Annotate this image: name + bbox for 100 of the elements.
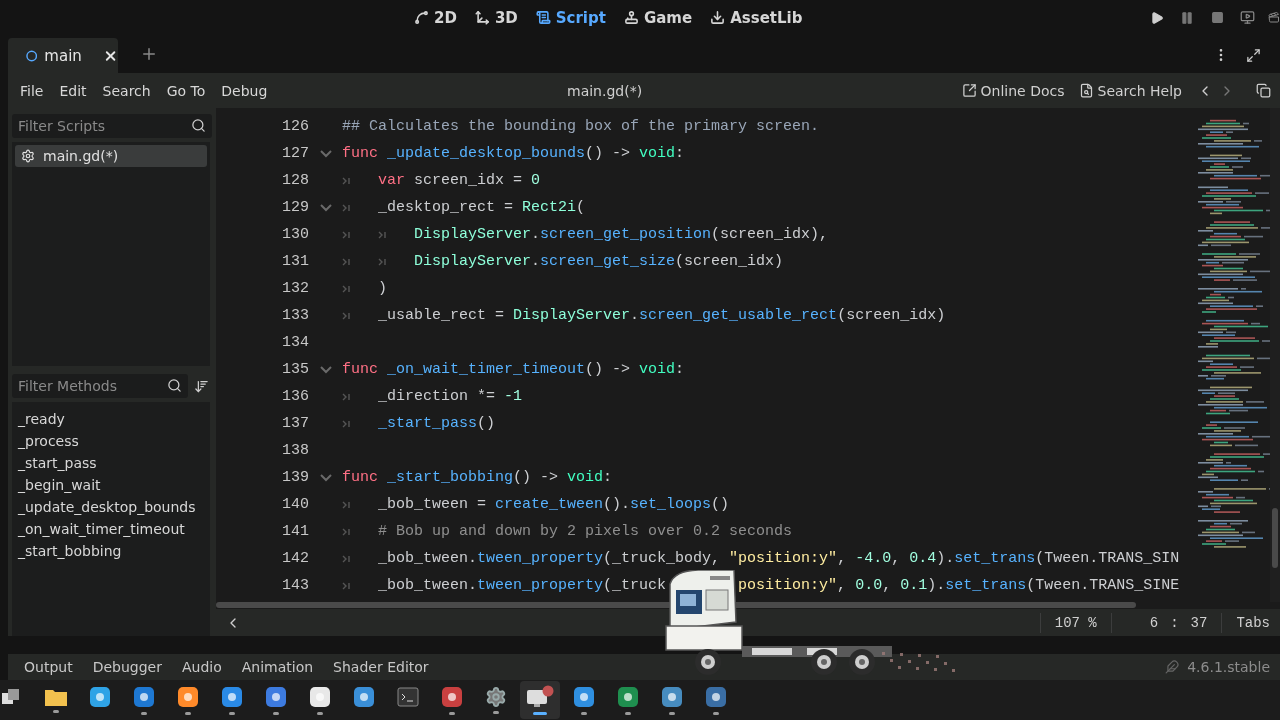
- method-item[interactable]: _ready: [18, 408, 204, 430]
- code-line: func _update_desktop_bounds() -> void:: [342, 145, 685, 162]
- help-link[interactable]: Search Help: [1078, 82, 1182, 99]
- app-icon: [264, 685, 288, 709]
- method-item[interactable]: _process: [18, 430, 204, 452]
- app-icon: [176, 685, 200, 709]
- code-line: var screen_idx = 0: [342, 172, 541, 189]
- line-number: 141: [281, 523, 309, 540]
- bottom-panel-tab[interactable]: Debugger: [92, 659, 162, 675]
- line-number: 136: [281, 388, 309, 405]
- vertical-scrollbar[interactable]: [1270, 108, 1280, 602]
- fold-chevron-icon[interactable]: [319, 365, 332, 374]
- app-icon: [572, 685, 596, 709]
- tab-marker-icon: [342, 580, 352, 591]
- monitor-play-icon: [1239, 10, 1255, 25]
- line-number: 130: [281, 226, 309, 243]
- app-icon: [352, 685, 376, 709]
- app-icon: [616, 685, 640, 709]
- scene-tab[interactable]: main: [8, 38, 118, 73]
- script-item[interactable]: main.gd(*): [15, 145, 207, 167]
- taskbar-app[interactable]: [520, 681, 560, 719]
- workspace-tab[interactable]: 3D: [474, 8, 518, 27]
- menu-item[interactable]: Go To: [166, 82, 206, 99]
- add-tab-button[interactable]: [140, 45, 158, 63]
- tab-marker-icon: [342, 283, 352, 294]
- app-icon: [220, 685, 244, 709]
- menu-item[interactable]: Search: [102, 82, 151, 99]
- minimap-drawing[interactable]: [1198, 119, 1270, 548]
- external-link-icon: [961, 83, 977, 98]
- expand-icon: [1245, 47, 1261, 63]
- method-item[interactable]: _start_bobbing: [18, 540, 204, 562]
- app-icon: [308, 685, 332, 709]
- menu-item[interactable]: File: [20, 82, 44, 99]
- fold-chevron-icon[interactable]: [319, 149, 332, 158]
- search-icon: [167, 378, 182, 393]
- app-icon: [88, 685, 112, 709]
- fullscreen-button[interactable]: [1244, 46, 1262, 64]
- tab-marker-icon: [342, 391, 352, 402]
- line-number: 142: [281, 550, 309, 567]
- code-line: ): [342, 280, 387, 297]
- workspace-tab[interactable]: Game: [623, 8, 693, 27]
- bottom-panel-tab[interactable]: Output: [24, 659, 73, 675]
- code-line: func _start_bobbing() -> void:: [342, 469, 613, 486]
- code-line: _direction *= -1: [342, 388, 523, 405]
- filter-methods-field[interactable]: Filter Methods: [12, 374, 188, 398]
- pause-icon: [1180, 10, 1194, 25]
- workspace-tab[interactable]: Script: [535, 8, 606, 27]
- horizontal-scrollbar[interactable]: [216, 602, 1280, 610]
- feather-icon: [1165, 660, 1180, 674]
- gear-icon: [21, 149, 35, 163]
- bottom-panel-tab[interactable]: Shader Editor: [333, 659, 429, 675]
- code-line: DisplayServer.screen_get_position(screen_idx),: [342, 226, 829, 243]
- method-item[interactable]: _begin_wait: [18, 474, 204, 496]
- code-line: # Bob up and down by 2 pixels over 0.2 seconds: [342, 523, 793, 540]
- toggle-panel-button[interactable]: [1254, 81, 1272, 100]
- line-number: 132: [281, 280, 309, 297]
- bottom-panel-tab[interactable]: Audio: [181, 659, 222, 675]
- tab-marker-icon: [342, 418, 352, 429]
- scroll-icon: [535, 10, 551, 25]
- tab-marker-icon: [342, 175, 352, 186]
- method-item[interactable]: _update_desktop_bounds: [18, 496, 204, 518]
- app-icon: [132, 685, 156, 709]
- clapperboard-icon: [1268, 10, 1280, 25]
- indent-mode[interactable]: Tabs: [1236, 614, 1270, 631]
- cursor-separator: :: [1170, 614, 1179, 631]
- download-icon: [710, 10, 726, 25]
- method-item[interactable]: _on_wait_timer_timeout: [18, 518, 204, 540]
- fold-chevron-icon[interactable]: [319, 203, 332, 212]
- code-line: ## Calculates the bounding box of the primary screen.: [342, 118, 820, 135]
- terminal-icon: [397, 687, 419, 707]
- menu-item[interactable]: Debug: [221, 82, 268, 99]
- app-icon: [660, 685, 684, 709]
- filter-scripts-field[interactable]: Filter Scripts: [12, 114, 212, 138]
- line-number: 134: [281, 334, 309, 351]
- stop-icon: [1210, 11, 1224, 24]
- line-number: 127: [281, 145, 309, 162]
- tab-marker-icon: [342, 256, 352, 267]
- line-number: 131: [281, 253, 309, 270]
- monitor-play-button[interactable]: [1238, 8, 1256, 27]
- tab-marker-icon: [342, 553, 352, 564]
- line-number: 128: [281, 172, 309, 189]
- help-link[interactable]: Online Docs: [961, 82, 1065, 99]
- axes-icon: [474, 10, 490, 25]
- gear-icon: [485, 686, 507, 708]
- tab-marker-icon: [342, 499, 352, 510]
- tab-marker-icon: [378, 256, 388, 267]
- fold-chevron-icon[interactable]: [319, 473, 332, 482]
- menu-item[interactable]: Edit: [59, 82, 87, 99]
- bottom-panel-tab[interactable]: Animation: [241, 659, 314, 675]
- method-item[interactable]: _start_pass: [18, 452, 204, 474]
- code-line: func _on_wait_timer_timeout() -> void:: [342, 361, 685, 378]
- zoom-level[interactable]: 107 %: [1054, 614, 1097, 631]
- code-line: _desktop_rect = Rect2i(: [342, 199, 586, 216]
- workspace-tab[interactable]: AssetLib: [710, 8, 803, 27]
- workspace-tab[interactable]: 2D: [414, 8, 457, 27]
- line-number: 138: [281, 442, 309, 459]
- sort-icon: [193, 378, 209, 394]
- line-number: 129: [281, 199, 309, 216]
- search-icon: [191, 118, 206, 133]
- monitor-icon: [526, 685, 554, 709]
